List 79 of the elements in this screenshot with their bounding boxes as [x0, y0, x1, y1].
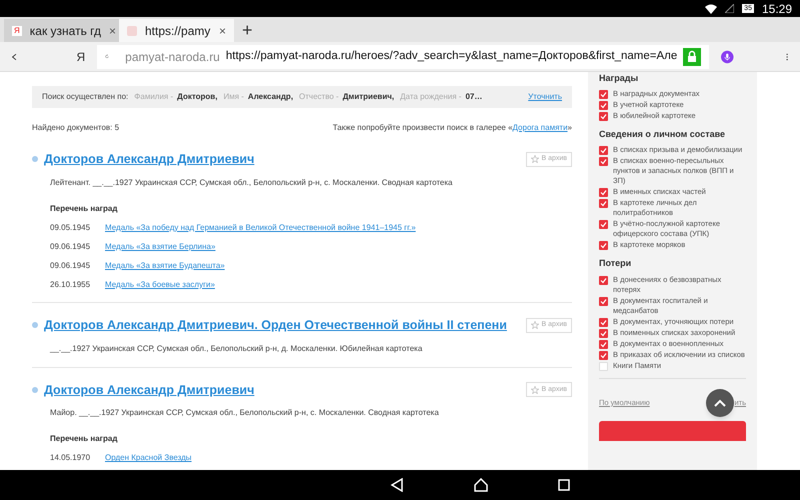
filter-heading: Потери [599, 257, 632, 270]
refine-link[interactable]: Уточнить [528, 91, 562, 103]
home-icon[interactable] [474, 478, 488, 492]
award-date: 09.06.1945 [50, 240, 92, 253]
awards-heading: Перечень наград [50, 433, 118, 446]
record-title-link[interactable]: Докторов Александр Дмитриевич. Орден Отечественной войны II степени [44, 316, 507, 334]
browser-tab[interactable]: Я как узнать гд × [4, 19, 119, 42]
browser-tab[interactable]: https://pamy × [119, 19, 234, 42]
scroll-up-button[interactable] [706, 388, 734, 416]
criterion-value: Дмитриевич, [342, 91, 394, 103]
clock: 15:29 [762, 0, 792, 18]
filter-heading: Сведения о личном составе [599, 128, 726, 141]
bullet-icon [32, 322, 38, 328]
record-description: __.__.1927 Украинская ССР, Сумская обл., Белопольский р-н, д. Москаленки. Юбилейная картотека [50, 342, 424, 354]
tab-title: как узнать гд [30, 22, 102, 40]
domain-text: pamyat-naroda.ru [125, 48, 220, 66]
award-link[interactable]: Орден Красной Звезды [105, 452, 192, 464]
url-text: https://pamyat-naroda.ru/heroes/?adv_search=y&last_name=Докторов&first_name=Але [226, 48, 678, 64]
checkbox[interactable] [599, 241, 608, 250]
filter-heading: Награды [599, 72, 640, 85]
criterion-value: Александр, [248, 91, 294, 103]
record-title-link[interactable]: Докторов Александр Дмитриевич [44, 150, 254, 169]
award-link[interactable]: Медаль «За взятие Берлина» [105, 240, 216, 253]
awards-heading: Перечень наград [50, 202, 118, 215]
found-count: Найдено документов: 5 [32, 122, 120, 134]
tab-title: https://pamy [145, 22, 211, 40]
checkbox[interactable] [599, 296, 608, 306]
checkbox[interactable] [599, 90, 608, 98]
award-link[interactable]: Медаль «За боевые заслуги» [105, 278, 215, 291]
checkbox[interactable] [599, 276, 608, 284]
award-link[interactable]: Медаль «За победу над Германией в Великой Отечественной войне 1941–1945 гг.» [105, 222, 416, 234]
checkbox[interactable] [599, 220, 608, 229]
lock-icon [683, 48, 702, 66]
checkbox[interactable] [599, 112, 608, 120]
address-field[interactable]: pamyat-naroda.ru https://pamyat-naroda.ru/heroes/?adv_search=y&last_name=Докторов&first_name=Але [97, 44, 710, 68]
close-icon[interactable]: × [218, 22, 226, 40]
browser-logo[interactable]: Я [76, 48, 86, 66]
record-title-link[interactable]: Докторов Александр Дмитриевич [44, 380, 254, 400]
criterion-value: 07… [465, 91, 482, 103]
gallery-link[interactable]: Дорога памяти [512, 123, 568, 132]
back-icon[interactable] [390, 478, 404, 492]
checkbox[interactable] [599, 340, 608, 348]
checkbox[interactable] [599, 318, 608, 326]
award-date: 26.10.1955 [50, 278, 92, 291]
record-description: Лейтенант. __.__.1927 Украинская ССР, Сумская обл., Белопольский р-н, с. Москаленки. Сводная картотека [50, 176, 454, 189]
recent-apps-icon[interactable] [558, 479, 570, 491]
checkbox[interactable] [599, 362, 608, 370]
checkbox[interactable] [599, 100, 608, 110]
bullet-icon [32, 156, 38, 162]
criterion-label: Имя - [223, 91, 244, 103]
checkbox[interactable] [599, 328, 608, 338]
award-date: 09.05.1945 [50, 222, 92, 234]
checkbox[interactable] [599, 199, 608, 208]
search-button[interactable] [599, 420, 746, 440]
bullet-icon [32, 386, 38, 393]
record-description: Майор. __.__.1927 Украинская ССР, Сумская обл., Белопольский р-н, с. Москаленки. Сводная картотека [50, 407, 440, 420]
checkbox[interactable] [599, 350, 608, 360]
favicon-icon [127, 26, 137, 36]
gallery-hint: Также попробуйте произвести поиск в галерее «Дорога памяти» [332, 122, 572, 134]
checkbox[interactable] [599, 188, 608, 197]
signal-icon [725, 4, 734, 13]
checkbox[interactable] [599, 157, 608, 166]
criterion-label: Отчество - [299, 91, 339, 103]
checkbox[interactable] [599, 146, 608, 155]
star-icon [530, 321, 539, 330]
summary-label: Поиск осуществлен по: [42, 91, 128, 103]
favicon-icon: Я [12, 26, 22, 36]
new-tab-button[interactable]: + [234, 19, 261, 42]
criterion-label: Дата рождения - [400, 91, 462, 103]
star-icon [530, 155, 539, 164]
award-date: 14.05.1970 [50, 452, 92, 464]
award-date: 09.06.1945 [50, 260, 92, 272]
criterion-value: Докторов, [177, 91, 218, 103]
chevron-up-icon [714, 398, 726, 406]
criterion-label: Фамилия - [134, 91, 174, 103]
close-icon[interactable]: × [109, 22, 116, 40]
star-icon [530, 386, 539, 394]
wifi-icon [705, 4, 718, 14]
award-link[interactable]: Медаль «За взятие Будапешта» [105, 260, 225, 272]
